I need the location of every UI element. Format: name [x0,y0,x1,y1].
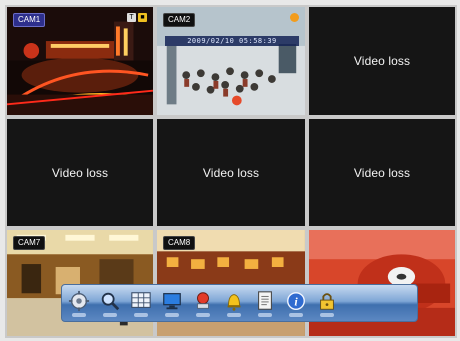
camera-tile-5[interactable]: Video loss [155,117,307,228]
camera-tile-2[interactable]: CAM2 2009/02/10 05:58:39 [155,5,307,117]
alarm-button[interactable] [223,288,245,318]
info-icon: i [287,291,305,310]
camera-tile-4[interactable]: Video loss [5,117,155,228]
monitor-button[interactable] [161,288,183,318]
video-loss-message: Video loss [202,165,260,180]
camera-status-icons [290,13,299,22]
lock-button[interactable] [316,288,338,318]
button-base [196,312,210,317]
lock-icon [320,292,334,310]
button-base [258,312,272,317]
record-button[interactable] [192,288,214,318]
gear-icon [68,290,90,311]
record-icon [197,291,209,309]
alarm-bell-icon [227,293,241,311]
monitor-icon [163,292,181,309]
setup-button[interactable] [68,288,90,318]
layout-grid-icon [131,291,151,308]
camera-label: CAM1 [13,13,46,27]
button-base [134,312,148,317]
layout-button[interactable] [130,288,152,318]
camera-tile-1[interactable]: CAM1 T ■ [5,5,155,117]
video-loss-message: Video loss [51,165,109,180]
button-base [165,312,179,317]
button-base [320,312,334,317]
camera-tile-3[interactable]: Video loss [307,5,457,117]
button-base [72,312,86,317]
camera-label: CAM8 [163,236,196,250]
log-document-icon [258,290,272,310]
text-overlay-icon: T [127,13,136,22]
main-toolbar: i [61,284,418,322]
camera-label: CAM2 [163,13,196,27]
camera-label: CAM7 [13,236,46,250]
button-base [289,312,303,317]
search-icon [101,292,120,310]
camera-status-icons: T ■ [127,13,147,22]
video-loss-message: Video loss [353,165,411,180]
button-base [103,312,117,317]
button-base [227,312,241,317]
log-button[interactable] [254,288,276,318]
motion-detect-icon [290,13,299,22]
info-button[interactable]: i [285,288,307,318]
search-button[interactable] [99,288,121,318]
camera-timestamp: 2009/02/10 05:58:39 [165,36,299,46]
record-status-icon: ■ [138,13,147,22]
video-loss-message: Video loss [353,54,411,68]
camera-tile-6[interactable]: Video loss [307,117,457,228]
